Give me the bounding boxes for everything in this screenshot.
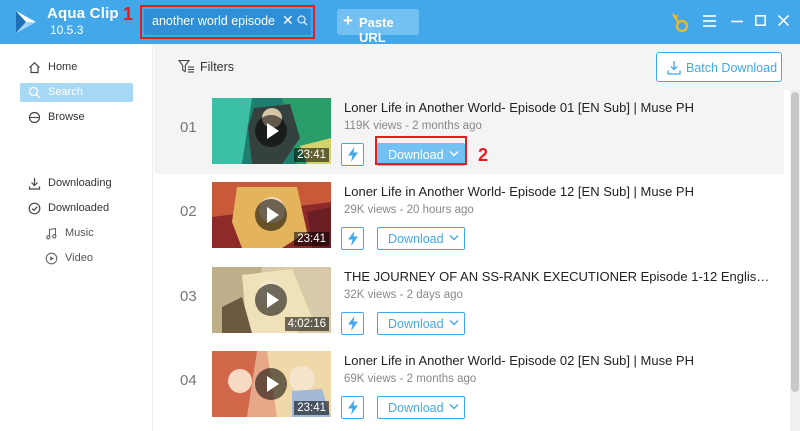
video-duration: 23:41 [294,401,329,415]
lightning-icon [348,147,358,162]
result-index: 02 [180,203,197,220]
play-circle-icon [45,252,58,265]
play-icon[interactable] [255,368,287,400]
search-icon [28,86,41,99]
check-circle-icon [28,202,41,215]
close-icon[interactable]: ✕ [282,12,294,29]
video-meta: 119K views - 2 months ago [344,120,482,132]
sidebar-item-video[interactable]: Video [20,249,133,268]
sidebar-item-search[interactable]: Search [20,83,133,102]
search-input[interactable]: another world episode 1 ✕ [144,9,311,35]
minimize-icon[interactable] [731,20,743,23]
annotation-marker-1: 1 [123,4,134,24]
video-title[interactable]: THE JOURNEY OF AN SS-RANK EXECUTIONER Ep… [344,269,774,284]
filters-label: Filters [200,60,235,74]
music-icon [46,227,57,240]
video-meta: 29K views - 20 hours ago [344,204,474,216]
batch-download-label: Batch Download [686,61,778,75]
video-title[interactable]: Loner Life in Another World- Episode 02 … [344,353,774,368]
sidebar: Home Search Browse Downloading Downloade… [0,44,153,431]
video-duration: 23:41 [294,232,329,246]
sidebar-item-label: Music [65,227,94,239]
search-icon[interactable] [297,15,308,26]
sidebar-item-home[interactable]: Home [20,58,133,77]
download-label: Download [388,317,444,331]
download-icon [28,178,41,190]
lightning-icon [348,316,358,331]
quick-download-button[interactable] [341,396,364,419]
sidebar-item-label: Downloaded [48,202,110,214]
sidebar-item-label: Browse [48,111,85,123]
quick-download-button[interactable] [341,312,364,335]
batch-download-button[interactable]: Batch Download [656,52,782,82]
result-index: 04 [180,372,197,389]
home-icon [29,61,40,74]
result-index: 01 [180,119,197,136]
video-thumbnail[interactable]: 23:41 [212,182,331,248]
globe-icon [28,111,41,124]
paste-url-button[interactable]: + Paste URL [337,9,419,45]
scrollbar[interactable] [790,90,800,431]
sidebar-item-label: Video [65,252,93,264]
chevron-down-icon[interactable] [449,234,459,241]
video-meta: 69K views - 2 months ago [344,373,477,385]
quick-download-button[interactable] [341,143,364,166]
download-button[interactable]: Download [377,396,465,419]
video-title[interactable]: Loner Life in Another World- Episode 01 … [344,100,774,115]
batch-download-icon [667,61,681,75]
search-input-value: another world episode 1 [152,14,277,28]
sidebar-item-label: Downloading [48,177,112,189]
video-thumbnail[interactable]: 23:41 [212,98,331,164]
download-highlight-box [375,136,467,165]
annotation-marker-2: 2 [478,145,489,165]
video-thumbnail[interactable]: 4:02:16 [212,267,331,333]
filter-icon [178,59,194,73]
sidebar-item-browse[interactable]: Browse [20,108,133,127]
paste-url-label: Paste URL [359,15,394,45]
app-name: Aqua Clip [47,5,119,22]
result-row[interactable]: 03 4:02:16 THE JOURNEY OF AN SS-RANK EXE… [154,259,784,343]
result-row[interactable]: 04 23:41 Loner Life in Another World- Ep… [154,343,784,427]
menu-icon[interactable] [703,15,716,27]
download-button[interactable]: Download [377,227,465,250]
play-icon[interactable] [255,115,287,147]
result-index: 03 [180,288,197,305]
chevron-down-icon[interactable] [449,403,459,410]
result-row[interactable]: 01 23:41 Loner Life in Another World- Ep… [154,90,784,174]
download-label: Download [388,232,444,246]
lightning-icon [348,400,358,415]
scrollbar-thumb[interactable] [791,92,799,392]
download-button[interactable]: Download [377,312,465,335]
sidebar-item-downloading[interactable]: Downloading [20,174,133,193]
app-logo-icon [16,11,36,33]
video-duration: 4:02:16 [284,317,329,331]
video-thumbnail[interactable]: 23:41 [212,351,331,417]
download-label: Download [388,401,444,415]
key-icon[interactable] [671,11,691,33]
sidebar-item-music[interactable]: Music [20,224,133,243]
sidebar-item-downloaded[interactable]: Downloaded [20,199,133,218]
plus-icon: + [343,11,353,30]
play-icon[interactable] [255,284,287,316]
video-meta: 32K views - 2 days ago [344,289,463,301]
sidebar-item-label: Search [48,86,83,98]
video-duration: 23:41 [294,148,329,162]
quick-download-button[interactable] [341,227,364,250]
maximize-icon[interactable] [755,15,766,26]
sidebar-item-label: Home [48,61,78,73]
result-row[interactable]: 02 23:41 Loner Life in Another World- Ep… [154,174,784,258]
lightning-icon [348,231,358,246]
close-icon[interactable] [778,15,789,26]
video-title[interactable]: Loner Life in Another World- Episode 12 … [344,184,774,199]
app-version: 10.5.3 [50,23,84,37]
chevron-down-icon[interactable] [449,319,459,326]
play-icon[interactable] [255,199,287,231]
filter-bar: Filters Batch Download [154,44,800,90]
